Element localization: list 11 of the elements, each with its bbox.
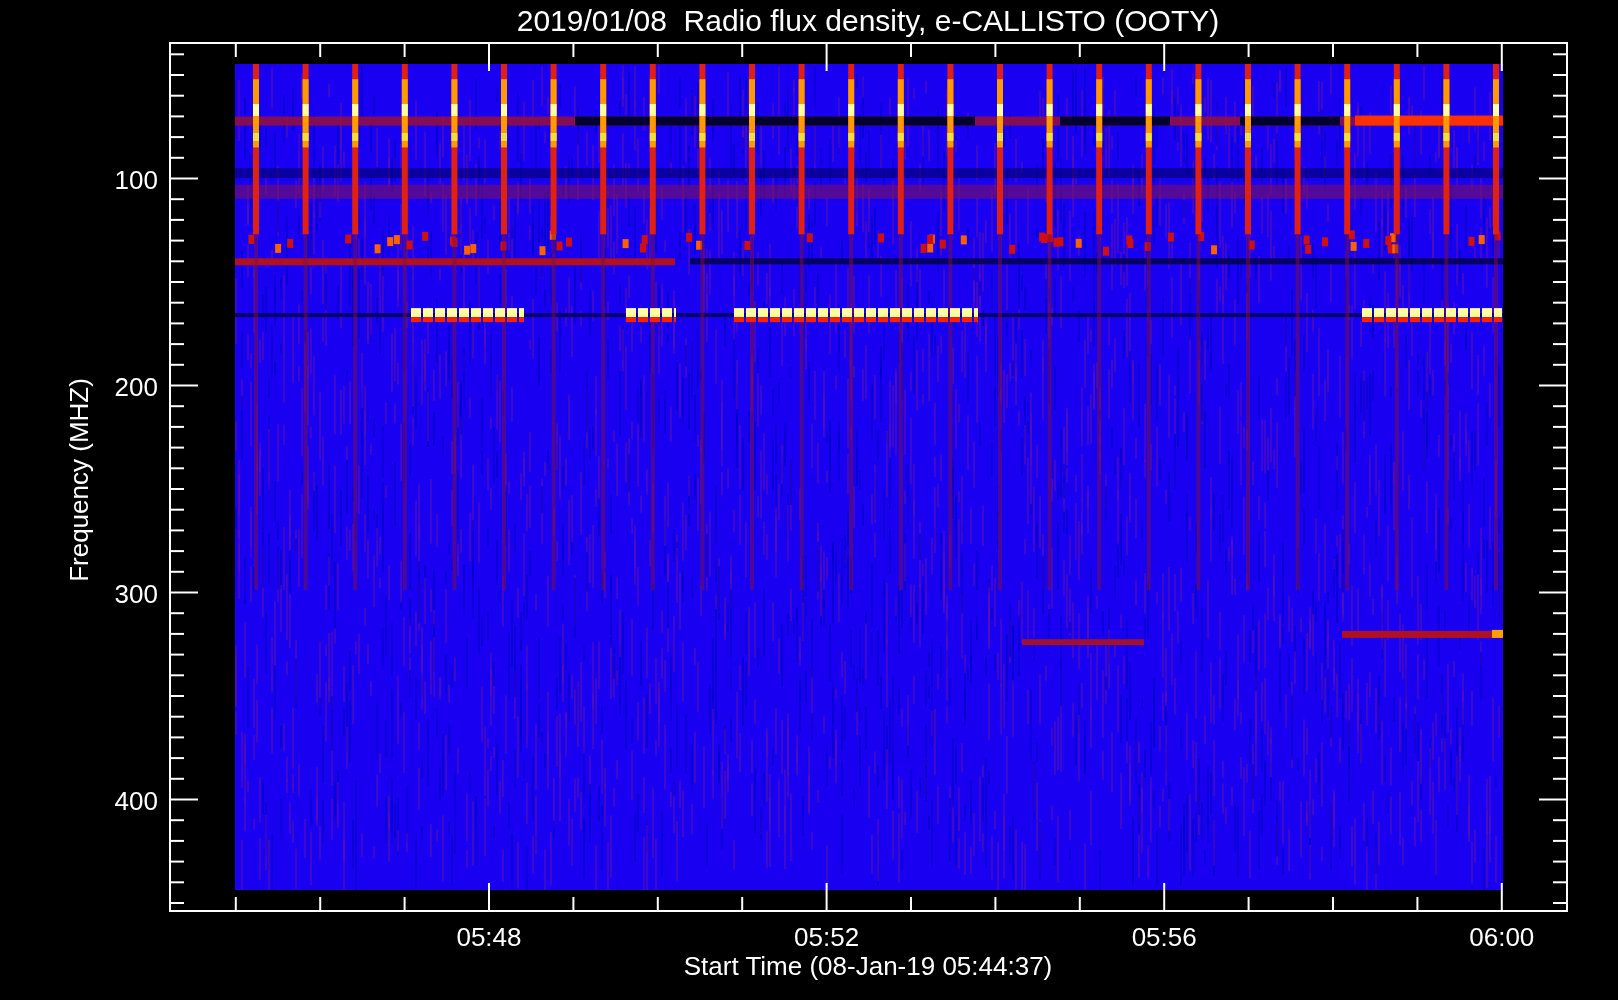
tick-label: 400 [114,785,158,816]
axis-title: Frequency (MHZ) [64,378,94,582]
tick-label: 06:00 [1469,922,1535,952]
tick-label: 05:48 [456,922,522,952]
tick-label: 300 [114,578,158,609]
tick-label: 05:56 [1131,922,1197,952]
tick-label: 200 [114,371,158,402]
tick-label: 100 [114,164,158,195]
tick-label: 05:52 [794,922,860,952]
chart-title: 2019/01/08 Radio flux density, e-CALLISTO (OOTY) [516,4,1220,37]
axis-title: Start Time (08-Jan-19 05:44:37) [683,951,1053,981]
